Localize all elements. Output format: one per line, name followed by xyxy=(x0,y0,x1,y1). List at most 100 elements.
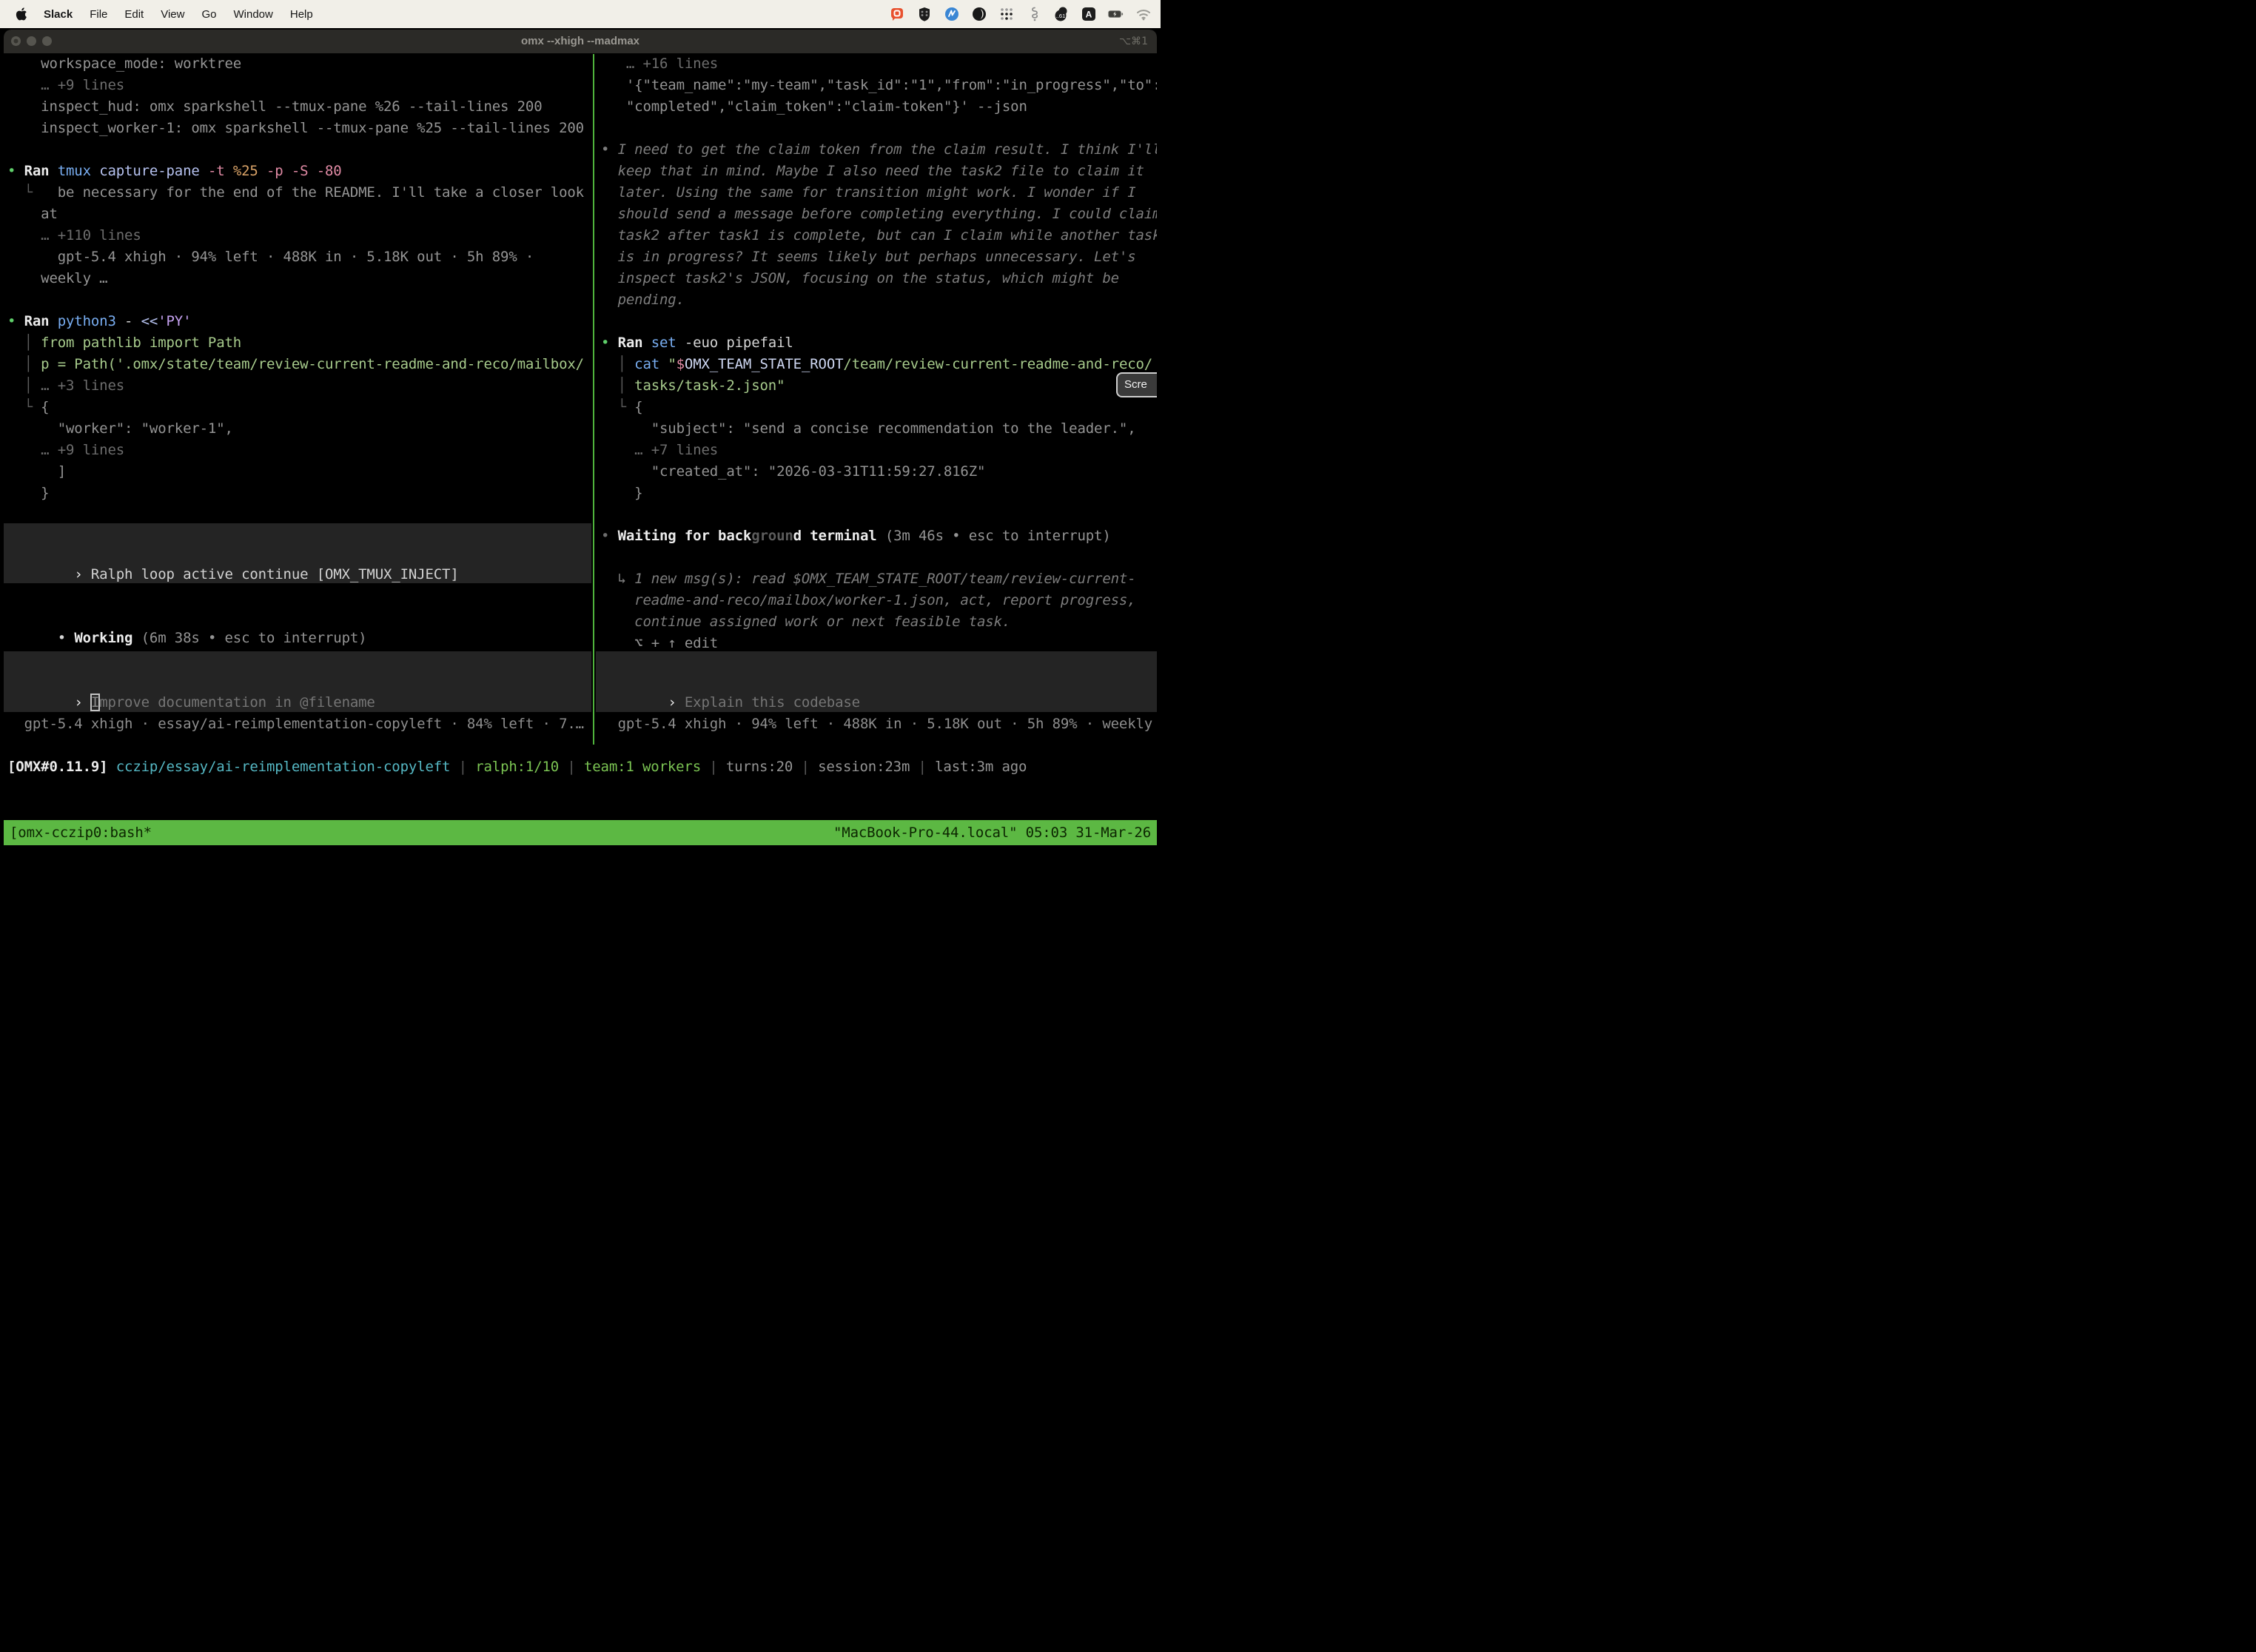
segment-gray: } xyxy=(601,485,642,501)
segment-italic: • I need to get the claim token from the… xyxy=(601,141,1157,158)
segment-bullet: • xyxy=(601,335,618,351)
menu-bar: Slack File Edit View Go Window Help ..61 xyxy=(0,0,1161,28)
terminal-line: "created_at": "2026-03-31T11:59:27.816Z" xyxy=(601,461,1157,483)
terminal-line: "completed","claim_token":"claim-token"}… xyxy=(601,96,1157,118)
terminal-line: • Ran python3 - <<'PY' xyxy=(7,311,591,332)
wifi-icon[interactable] xyxy=(1135,7,1152,21)
menu-item-window[interactable]: Window xyxy=(234,8,273,21)
segment-tree: │ xyxy=(601,356,634,372)
segment-sep: | xyxy=(701,759,726,775)
chat-badge-icon[interactable] xyxy=(889,7,905,21)
terminal-line: … +7 lines xyxy=(601,440,1157,461)
terminal-line: ↳ 1 new msg(s): read $OMX_TEAM_STATE_ROO… xyxy=(601,568,1157,590)
terminal-line: inspect_hud: omx sparkshell --tmux-pane … xyxy=(7,96,591,118)
segment-italic: ↳ 1 new msg(s): read $OMX_TEAM_STATE_ROO… xyxy=(601,571,1136,587)
segment-sep: | xyxy=(559,759,584,775)
menu-item-edit[interactable]: Edit xyxy=(124,8,144,21)
left-prompt-input[interactable]: › Improve documentation in @filename xyxy=(4,651,591,712)
segment-gray: "subject": "send a concise recommendatio… xyxy=(601,420,1136,437)
segment-gray: { xyxy=(634,399,642,415)
terminal-line xyxy=(601,118,1157,139)
working-status: • Working (6m 38s • esc to interrupt) xyxy=(7,606,366,628)
tmux-host-clock: "MacBook-Pro-44.local" 05:03 31-Mar-26 xyxy=(827,820,1157,845)
terminal-line: should send a message before completing … xyxy=(601,204,1157,225)
segment-gray: "completed","claim_token":"claim-token"}… xyxy=(601,98,1027,115)
pane-right: … +16 lines '{"team_name":"my-team","tas… xyxy=(596,53,1157,850)
menu-app-name[interactable]: Slack xyxy=(44,8,73,21)
terminal-line: └ { xyxy=(7,397,591,418)
keyboard-layout-icon[interactable]: A xyxy=(1081,7,1097,21)
segment-italic: continue assigned work or next feasible … xyxy=(601,614,1010,630)
apple-menu[interactable] xyxy=(13,7,30,21)
working-label: Working xyxy=(74,630,132,646)
battery-icon[interactable] xyxy=(1108,7,1124,21)
input-placeholder: Explain this codebase xyxy=(685,694,860,711)
segment-italic: is in progress? It seems likely but perh… xyxy=(601,249,1136,265)
right-pane-output: … +16 lines '{"team_name":"my-team","tas… xyxy=(601,53,1157,654)
segment-pink: -t xyxy=(208,163,233,179)
segment-green: /team/review-current-readme-and-reco/ xyxy=(843,356,1152,372)
badge-count-label: ..61 xyxy=(1056,13,1066,19)
segment-white: d terminal xyxy=(793,528,877,544)
segment-pink: $ xyxy=(677,356,685,372)
segment-tree: └ xyxy=(7,399,41,415)
segment-white: Ran xyxy=(24,163,58,179)
app-grid-icon[interactable] xyxy=(998,7,1015,21)
session-count-badge[interactable]: ..61 xyxy=(1053,7,1070,21)
right-prompt-input[interactable]: › Explain this codebase xyxy=(596,651,1157,712)
segment-dim: … +16 lines xyxy=(601,56,718,72)
segment-tree: └ xyxy=(601,399,634,415)
pane-divider[interactable] xyxy=(593,54,594,745)
terminal-window: omx --xhigh --madmax ⌥⌘1 workspace_mode:… xyxy=(4,30,1157,850)
speed-test-icon[interactable] xyxy=(944,7,960,21)
menu-item-file[interactable]: File xyxy=(90,8,107,21)
menu-item-help[interactable]: Help xyxy=(290,8,313,21)
segment-gray: } xyxy=(7,485,49,501)
terminal-line: │ from pathlib import Path xyxy=(7,332,591,354)
terminal-line: keep that in mind. Maybe I also need the… xyxy=(601,161,1157,182)
segment-sep: | xyxy=(910,759,935,775)
segment-shimmer: groun xyxy=(751,528,793,544)
working-bullet-icon: • xyxy=(58,630,75,646)
terminal-line: … +9 lines xyxy=(7,75,591,96)
window-titlebar[interactable]: omx --xhigh --madmax ⌥⌘1 xyxy=(4,30,1157,53)
menu-status-icons: ..61 A xyxy=(889,7,1161,21)
segment-white: Ran xyxy=(618,335,651,351)
text-cursor: I xyxy=(91,694,99,711)
segment-gray: workspace_mode: worktree xyxy=(7,56,241,72)
segment-blue: tmux xyxy=(58,163,99,179)
terminal-line: inspect task2's JSON, focusing on the st… xyxy=(601,268,1157,289)
terminal-line: • Ran set -euo pipefail xyxy=(601,332,1157,354)
terminal-line: } xyxy=(601,483,1157,504)
segment-gray: last:3m ago xyxy=(935,759,1027,775)
terminal-line: │ p = Path('.omx/state/team/review-curre… xyxy=(7,354,591,375)
segment-gray: ⌥ + ↑ edit xyxy=(601,635,718,651)
menu-item-view[interactable]: View xyxy=(161,8,184,21)
segment-gray: weekly … xyxy=(7,270,107,286)
segment-gray: turns:20 xyxy=(726,759,793,775)
segment-purple: 'PY' xyxy=(158,313,191,329)
tmux-session-label: [omx-cczip0:bash* xyxy=(4,820,158,845)
segment-cyan: cczip/essay/ai-reimplementation-copyleft xyxy=(116,759,451,775)
snake-icon[interactable] xyxy=(1026,7,1042,21)
segment-dim: • xyxy=(601,528,618,544)
prompt-arrow-icon: › xyxy=(74,694,91,711)
menu-item-go[interactable]: Go xyxy=(201,8,216,21)
shield-grid-icon[interactable] xyxy=(916,7,933,21)
prompt-arrow-icon: › xyxy=(668,694,685,711)
terminal-line: … +16 lines xyxy=(601,53,1157,75)
segment-gray: inspect_hud: omx sparkshell --tmux-pane … xyxy=(7,98,543,115)
moon-icon[interactable] xyxy=(971,7,987,21)
terminal-line: • Ran tmux capture-pane -t %25 -p -S -80 xyxy=(7,161,591,182)
segment-gray: "worker": "worker-1", xyxy=(7,420,233,437)
segment-pink: -p -S -80 xyxy=(266,163,342,179)
left-pane-output: workspace_mode: worktree … +9 lines insp… xyxy=(7,53,591,504)
segment-gray: at xyxy=(7,206,58,222)
segment-sep: | xyxy=(793,759,818,775)
segment-gray: be necessary for the end of the README. … xyxy=(58,184,584,201)
segment-gray: "created_at": "2026-03-31T11:59:27.816Z" xyxy=(601,463,985,480)
segment-dim: … +3 lines xyxy=(41,377,124,394)
segment-green: tasks/task-2.json" xyxy=(634,377,785,394)
terminal-line: inspect_worker-1: omx sparkshell --tmux-… xyxy=(7,118,591,139)
segment-green: " xyxy=(668,356,676,372)
